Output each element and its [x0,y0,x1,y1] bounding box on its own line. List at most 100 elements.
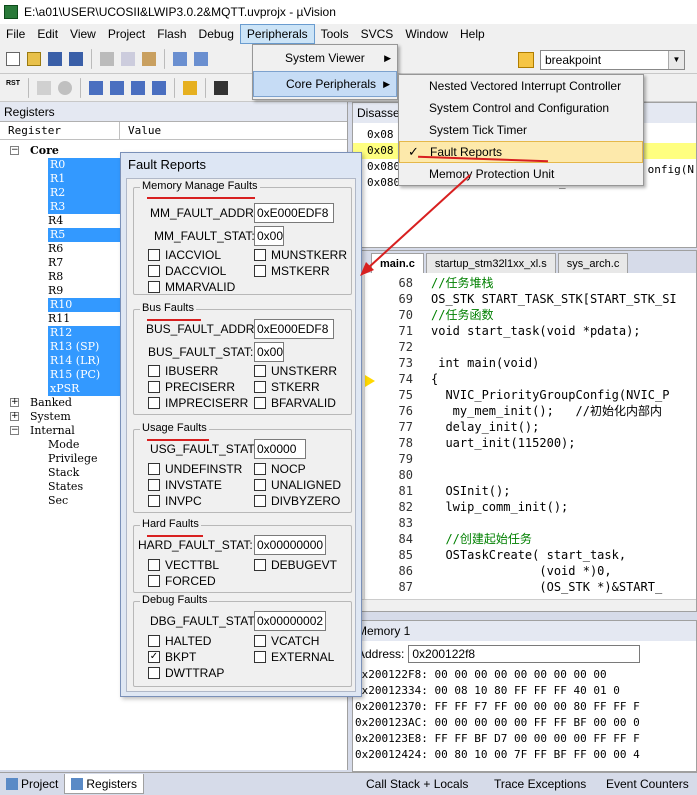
hard-stat-field[interactable]: 0x00000000 [254,535,326,555]
code-line[interactable]: 81 OSInit(); [353,483,696,499]
checkbox-box[interactable] [148,397,160,409]
checkbox-box[interactable] [254,397,266,409]
checkbox-invpc[interactable]: INVPC [148,494,202,508]
menu-item-nvic[interactable]: Nested Vectored Interrupt Controller [399,75,643,97]
undo-icon[interactable] [171,50,189,68]
checkbox-checked[interactable]: ✓ [148,651,160,663]
checkbox-bfarvalid[interactable]: BFARVALID [254,396,336,410]
run-to-cursor-icon[interactable] [150,79,168,97]
code-line[interactable]: 74 { [353,371,696,387]
checkbox-invstate[interactable]: INVSTATE [148,478,222,492]
code-line[interactable]: 72 [353,339,696,355]
code-line[interactable]: 68 //任务堆栈 [353,275,696,291]
code-line[interactable]: 86 (void *)0, [353,563,696,579]
fault-reports-dialog[interactable]: Fault Reports Memory Manage Faults MM_FA… [120,152,362,697]
code-line[interactable]: 83 [353,515,696,531]
checkbox-dwttrap[interactable]: DWTTRAP [148,666,224,680]
tab-trace-exceptions[interactable]: Trace Exceptions [488,774,592,794]
code-line[interactable]: 76 my_mem_init(); //初始化内部内 [353,403,696,419]
menu-item-core-peripherals[interactable]: Core Peripherals ▶ [253,71,397,97]
tab-startup[interactable]: startup_stm32l1xx_xl.s [425,253,556,273]
checkbox-external[interactable]: EXTERNAL [254,650,334,664]
save-all-icon[interactable] [67,50,85,68]
checkbox-box[interactable] [148,495,160,507]
run-icon[interactable] [35,79,53,97]
stop-icon[interactable] [56,79,74,97]
checkbox-box[interactable] [148,365,160,377]
code-line[interactable]: 78 uart_init(115200); [353,435,696,451]
checkbox-box[interactable] [148,265,160,277]
bus-addr-field[interactable]: 0xE000EDF8 [254,319,334,339]
menu-flash[interactable]: Flash [151,24,192,44]
checkbox-forced[interactable]: FORCED [148,574,216,588]
checkbox-unstkerr[interactable]: UNSTKERR [254,364,337,378]
code-line[interactable]: 80 [353,467,696,483]
checkbox-box[interactable] [148,479,160,491]
checkbox-unaligned[interactable]: UNALIGNED [254,478,341,492]
menu-svcs[interactable]: SVCS [355,24,400,44]
command-window-icon[interactable] [212,79,230,97]
chevron-down-icon[interactable]: ▼ [668,51,684,69]
step-into-icon[interactable] [87,79,105,97]
usage-stat-field[interactable]: 0x0000 [254,439,306,459]
memory-line[interactable]: 0x200123E8: FF FF BF D7 00 00 00 00 FF F… [353,731,696,747]
checkbox-box[interactable] [148,559,160,571]
checkbox-mstkerr[interactable]: MSTKERR [254,264,330,278]
checkbox-mmarvalid[interactable]: MMARVALID [148,280,235,294]
paste-icon[interactable] [140,50,158,68]
checkbox-box[interactable] [254,559,266,571]
new-file-icon[interactable] [4,50,22,68]
code-line[interactable]: 87 (OS_STK *)&START_ [353,579,696,595]
tab-project[interactable]: Project [0,774,64,794]
checkbox-box[interactable] [254,249,266,261]
memory-line[interactable]: 0x20012370: FF FF F7 FF 00 00 00 80 FF F… [353,699,696,715]
menu-item-mpu[interactable]: Memory Protection Unit [399,163,643,185]
checkbox-box[interactable] [148,249,160,261]
expand-icon[interactable]: + [10,412,19,421]
memory-line[interactable]: 0x200122F8: 00 00 00 00 00 00 00 00 00 [353,667,696,683]
redo-icon[interactable] [192,50,210,68]
menu-tools[interactable]: Tools [315,24,355,44]
checkbox-box[interactable] [254,479,266,491]
tab-main-c[interactable]: main.c [371,253,424,273]
checkbox-box[interactable] [148,635,160,647]
tab-event-counters[interactable]: Event Counters [600,774,695,794]
checkbox-bkpt[interactable]: ✓ BKPT [148,650,196,664]
checkbox-box[interactable] [254,635,266,647]
menu-item-systick[interactable]: System Tick Timer [399,119,643,141]
memory-line[interactable]: 0x200123AC: 00 00 00 00 00 FF FF BF 00 0… [353,715,696,731]
mm-stat-field[interactable]: 0x00 [254,226,284,246]
code-line[interactable]: 77 delay_init(); [353,419,696,435]
code-line[interactable]: 75 NVIC_PriorityGroupConfig(NVIC_P [353,387,696,403]
menu-item-scb[interactable]: System Control and Configuration [399,97,643,119]
menu-peripherals[interactable]: Peripherals [239,24,315,44]
debug-stat-field[interactable]: 0x00000002 [254,611,326,631]
checkbox-halted[interactable]: HALTED [148,634,211,648]
memory-dump[interactable]: 0x200122F8: 00 00 00 00 00 00 00 00 00 0x… [353,667,696,763]
menu-file[interactable]: File [0,24,31,44]
menu-item-system-viewer[interactable]: System Viewer ▶ [253,45,397,71]
code-line[interactable]: 69 OS_STK START_TASK_STK[START_STK_SI [353,291,696,307]
step-out-icon[interactable] [129,79,147,97]
checkbox-munstkerr[interactable]: MUNSTKERR [254,248,347,262]
column-value[interactable]: Value [120,122,347,139]
checkbox-box[interactable] [254,365,266,377]
checkbox-box[interactable] [148,575,160,587]
open-folder-icon[interactable] [25,50,43,68]
tab-call-stack[interactable]: Call Stack + Locals [360,774,474,794]
collapse-icon[interactable]: − [10,146,19,155]
checkbox-impreciserr[interactable]: IMPRECISERR [148,396,248,410]
checkbox-ibuserr[interactable]: IBUSERR [148,364,218,378]
menu-edit[interactable]: Edit [31,24,64,44]
address-input[interactable]: 0x200122f8 [408,645,641,663]
collapse-icon[interactable]: − [10,426,19,435]
checkbox-box[interactable] [254,495,266,507]
code-line[interactable]: 82 lwip_comm_init(); [353,499,696,515]
checkbox-daccviol[interactable]: DACCVIOL [148,264,226,278]
checkbox-undefinstr[interactable]: UNDEFINSTR [148,462,242,476]
checkbox-box[interactable] [148,381,160,393]
checkbox-preciserr[interactable]: PRECISERR [148,380,235,394]
checkbox-box[interactable] [254,651,266,663]
checkbox-box[interactable] [254,381,266,393]
checkbox-stkerr[interactable]: STKERR [254,380,320,394]
